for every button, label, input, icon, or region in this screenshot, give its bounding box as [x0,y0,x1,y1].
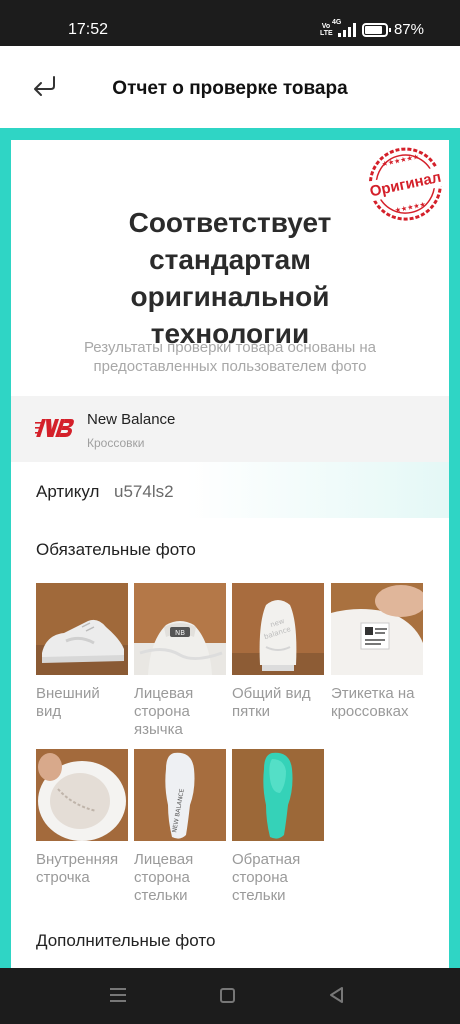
insole-back-photo[interactable] [232,749,324,841]
tongue-photo[interactable]: NB [134,583,226,675]
insole-front-photo[interactable]: NEW BALANCE [134,749,226,841]
photo-item-insole-front[interactable]: NEW BALANCE Лицевая сторона стельки [134,749,226,905]
report-frame: ★★★★★★ Оригинал ★★★★★ Соответствует стан… [0,128,460,968]
photo-caption: Лицевая сторона язычка [134,685,194,738]
photo-caption: Внешний вид [36,685,100,720]
extra-photos-title: Дополнительные фото [36,931,216,950]
photo-item-heel[interactable]: new balance Общий вид пятки [232,583,324,721]
home-icon[interactable] [220,988,235,1003]
sku-value: u574ls2 [114,482,174,501]
photo-caption: Внутренняя строчка [36,851,119,886]
photo-item-side-view[interactable]: Внешний вид [36,583,128,721]
new-balance-logo [35,419,74,437]
report-card: ★★★★★★ Оригинал ★★★★★ Соответствует стан… [11,140,449,968]
sneaker-side-photo[interactable] [36,583,128,675]
photo-caption: Лицевая сторона стельки [134,851,194,904]
verdict-subtext: Результаты проверки товара основаны на п… [83,339,377,375]
photo-item-insole-back[interactable]: Обратная сторона стельки [232,749,324,905]
battery-icon [361,22,391,37]
sku-label: Артикул [36,482,100,501]
sku-row: Артикул u574ls2 [11,462,449,518]
heel-photo[interactable]: new balance [232,583,324,675]
signal-icon: 4G [332,19,356,37]
page-title: Отчет о проверке товара [112,78,348,99]
svg-text:NB: NB [175,629,185,637]
network-type: 4G [331,18,342,26]
status-icons: Vo LTE 4G 87% [319,19,424,39]
volte-icon: Vo LTE [319,22,333,37]
menu-icon[interactable] [110,988,126,1002]
photo-item-inner-stitch[interactable]: Внутренняя строчка [36,749,128,887]
back-triangle-icon[interactable] [328,986,346,1004]
photo-caption: Общий вид пятки [232,685,311,720]
product-category: Кроссовки [87,436,145,450]
status-time: 17:52 [68,21,109,38]
inner-stitch-photo[interactable] [36,749,128,841]
photo-caption: Этикетка на кроссовках [331,685,415,720]
photo-caption: Обратная сторона стельки [232,851,301,904]
verdict-headline: Соответствует стандартам оригинальной те… [128,207,332,349]
system-nav-bar [0,968,460,1024]
photo-item-tongue[interactable]: NB Лицевая сторона язычка [134,583,226,739]
battery-percent: 87% [393,21,424,38]
status-bar: 17:52 Vo LTE 4G 87% [0,0,460,46]
required-photos-title: Обязательные фото [36,540,196,559]
brand-name: New Balance [87,411,176,428]
brand-row: New Balance Кроссовки [11,396,449,462]
app-header: Отчет о проверке товара [0,46,460,128]
label-photo[interactable] [331,583,427,675]
photo-item-label[interactable]: Этикетка на кроссовках [331,583,427,721]
